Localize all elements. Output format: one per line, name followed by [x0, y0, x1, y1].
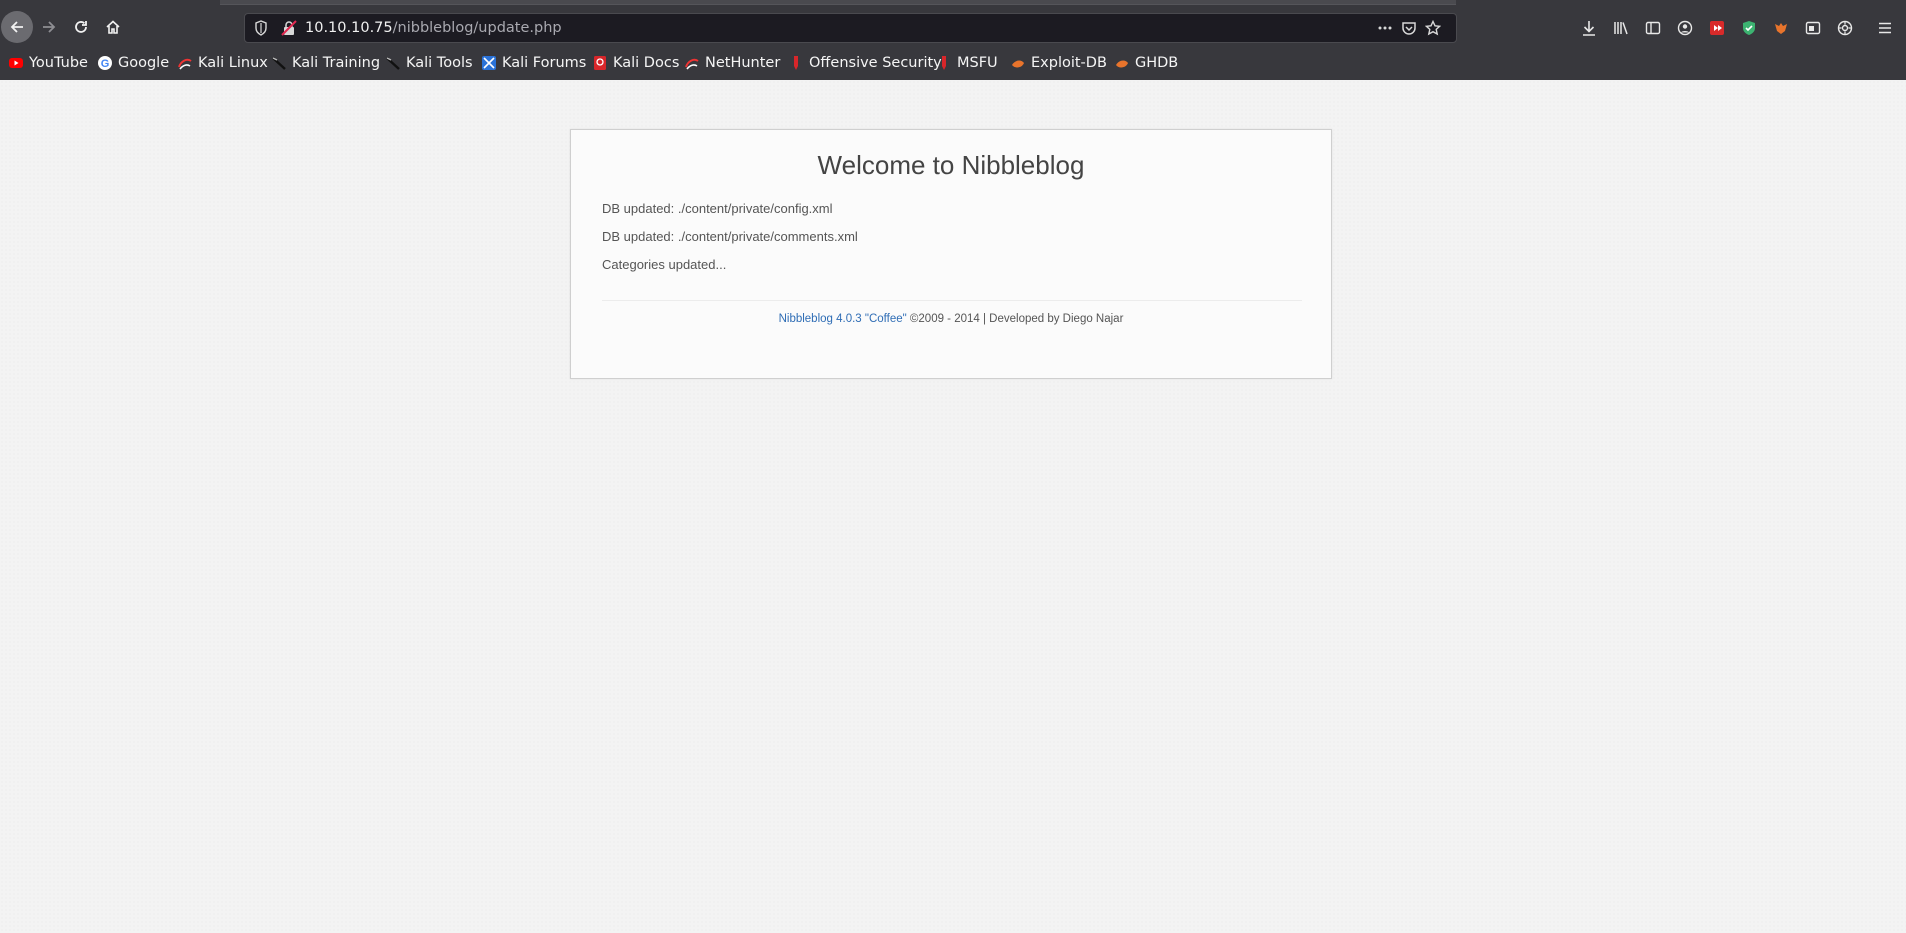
exploit-db-icon	[1010, 55, 1026, 71]
google-icon: G	[97, 55, 113, 71]
url-path: /nibbleblog/update.php	[392, 20, 562, 36]
hamburger-menu-icon[interactable]	[1876, 19, 1894, 37]
insecure-connection-icon[interactable]	[281, 20, 297, 40]
extension-red-icon[interactable]	[1708, 19, 1726, 37]
bookmark-label: Kali Forums	[502, 55, 587, 71]
back-arrow-icon	[10, 21, 23, 33]
extension-window-icon[interactable]	[1804, 19, 1822, 37]
tracking-protection-shield-icon[interactable]	[254, 20, 268, 40]
status-message: DB updated: ./content/private/config.xml	[602, 201, 833, 216]
bookmark-ghdb[interactable]: GHDB	[1114, 52, 1178, 74]
bookmark-offensive-security[interactable]: Offensive Security	[788, 52, 942, 74]
bookmark-label: Exploit-DB	[1031, 55, 1107, 71]
bookmark-kali-linux[interactable]: Kali Linux	[177, 52, 268, 74]
page-title: Welcome to Nibbleblog	[817, 150, 1085, 180]
forward-arrow-icon	[43, 21, 56, 33]
bookmark-label: Google	[118, 55, 170, 71]
status-message: Categories updated...	[602, 257, 727, 272]
nibbleblog-version-link[interactable]: Nibbleblog 4.0.3 "Coffee"	[779, 313, 907, 325]
reload-button[interactable]	[65, 11, 97, 43]
foxyproxy-icon[interactable]	[1772, 19, 1790, 37]
bookmark-nethunter[interactable]: NetHunter	[684, 52, 780, 74]
kali-tools-icon	[385, 55, 401, 71]
bookmark-kali-forums[interactable]: Kali Forums	[481, 52, 586, 74]
sidebar-icon[interactable]	[1644, 19, 1662, 37]
page-viewport: Welcome to Nibbleblog DB updated: ./cont…	[0, 80, 1906, 933]
bookmark-label: GHDB	[1135, 55, 1179, 71]
bookmark-label: YouTube	[29, 55, 88, 71]
tab-strip	[220, 0, 1456, 5]
page-actions-menu-icon[interactable]	[1377, 20, 1393, 40]
bookmark-msfu[interactable]: MSFU	[936, 52, 998, 74]
extension-gear-icon[interactable]	[1836, 19, 1854, 37]
bookmarks-toolbar: YouTube G Google Kali Linux Kali Trainin…	[0, 50, 1906, 78]
account-icon[interactable]	[1676, 19, 1694, 37]
bookmark-label: Kali Training	[292, 55, 381, 71]
svg-text:G: G	[101, 58, 110, 70]
page-footer: Nibbleblog 4.0.3 "Coffee" ©2009 - 2014 |…	[571, 313, 1331, 325]
kali-linux-icon	[177, 55, 193, 71]
navigation-toolbar: 10.10.10.75/nibbleblog/update.php	[0, 8, 1906, 46]
kali-docs-icon	[592, 55, 608, 71]
bookmark-label: MSFU	[957, 55, 998, 71]
ghdb-icon	[1114, 55, 1130, 71]
url-host: 10.10.10.75	[305, 20, 393, 36]
footer-divider	[602, 300, 1302, 301]
kali-forums-icon	[481, 55, 497, 71]
forward-button[interactable]	[33, 11, 65, 43]
status-message: DB updated: ./content/private/comments.x…	[602, 229, 858, 244]
url-text[interactable]: 10.10.10.75/nibbleblog/update.php	[305, 20, 562, 36]
address-bar[interactable]: 10.10.10.75/nibbleblog/update.php	[244, 13, 1457, 43]
home-button[interactable]	[97, 11, 129, 43]
browser-chrome: 10.10.10.75/nibbleblog/update.php YouTub…	[0, 0, 1906, 80]
bookmark-label: Kali Linux	[198, 55, 268, 71]
footer-credits: ©2009 - 2014 | Developed by Diego Najar	[906, 313, 1124, 325]
back-button[interactable]	[1, 11, 33, 43]
kali-training-icon	[271, 55, 287, 71]
bookmark-youtube[interactable]: YouTube	[8, 52, 88, 74]
bookmark-google[interactable]: G Google	[97, 52, 169, 74]
bookmark-label: Kali Tools	[406, 55, 473, 71]
update-result-panel: Welcome to Nibbleblog DB updated: ./cont…	[570, 129, 1332, 379]
bookmark-kali-tools[interactable]: Kali Tools	[385, 52, 473, 74]
msfu-icon	[936, 55, 952, 71]
library-icon[interactable]	[1612, 19, 1630, 37]
bookmark-label: Offensive Security	[809, 55, 942, 71]
bookmark-exploit-db[interactable]: Exploit-DB	[1010, 52, 1107, 74]
bookmark-kali-docs[interactable]: Kali Docs	[592, 52, 679, 74]
bookmark-kali-training[interactable]: Kali Training	[271, 52, 380, 74]
youtube-icon	[8, 55, 24, 71]
pocket-icon[interactable]	[1401, 20, 1417, 40]
bookmark-label: NetHunter	[705, 55, 781, 71]
ublock-shield-icon[interactable]	[1740, 19, 1758, 37]
nethunter-icon	[684, 55, 700, 71]
bookmark-label: Kali Docs	[613, 55, 680, 71]
reload-icon	[75, 21, 87, 33]
bookmark-star-icon[interactable]	[1424, 19, 1442, 40]
downloads-icon[interactable]	[1580, 19, 1598, 37]
offsec-icon	[788, 55, 804, 71]
home-icon	[106, 20, 120, 34]
